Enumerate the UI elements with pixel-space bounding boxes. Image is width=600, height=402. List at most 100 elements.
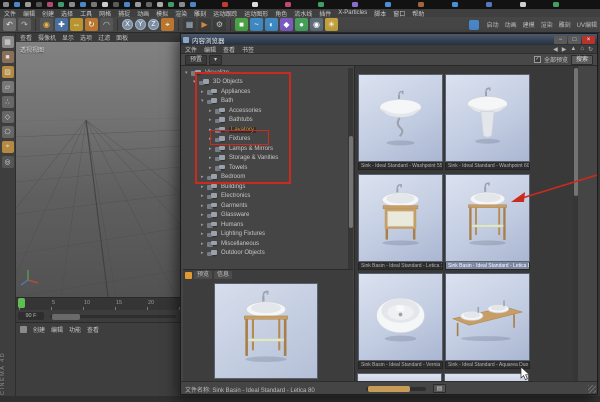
- tool-move[interactable]: ✚: [55, 18, 68, 31]
- taskbar-app-icon[interactable]: [69, 2, 75, 7]
- taskbar-app-icon[interactable]: [486, 2, 492, 7]
- range-slider[interactable]: [50, 315, 176, 318]
- tool-live-selection[interactable]: ◉: [40, 18, 53, 31]
- layout-tab[interactable]: UV编辑: [577, 20, 597, 30]
- side-tool-edges-mode[interactable]: ◇: [2, 111, 14, 123]
- tree-item[interactable]: ▸ Electronics: [183, 192, 347, 202]
- tool-undo[interactable]: ↶: [3, 18, 16, 31]
- browser-menu-item[interactable]: 查看: [223, 45, 235, 54]
- layout-tab[interactable]: 建模: [523, 20, 535, 30]
- taskbar-app-icon[interactable]: [252, 2, 258, 7]
- asset-thumbnail[interactable]: Sink - Ideal Standard - Washpoint 60: [445, 74, 530, 170]
- viewport-menu-item[interactable]: 过滤: [98, 33, 110, 42]
- browser-titlebar[interactable]: 内容浏览器 −□×: [181, 34, 597, 45]
- taskbar-app-icon[interactable]: [58, 2, 64, 7]
- viewport-menu-item[interactable]: 面板: [116, 33, 128, 42]
- tool-rotate[interactable]: ↻: [85, 18, 98, 31]
- tool-coord-system[interactable]: ⌖: [161, 18, 174, 31]
- tool-lock-z[interactable]: Z: [148, 19, 159, 30]
- material-menu-item[interactable]: 功能: [69, 325, 81, 334]
- side-tool-points-mode[interactable]: ∴: [2, 96, 14, 108]
- browser-menu-item[interactable]: 文件: [185, 45, 197, 54]
- taskbar-app-icon[interactable]: [352, 2, 358, 7]
- window-button[interactable]: □: [568, 36, 581, 44]
- tool-add-environment[interactable]: ●: [295, 18, 308, 31]
- side-tool-enable-axis[interactable]: ⌖: [2, 141, 14, 153]
- taskbar-app-icon[interactable]: [80, 2, 86, 7]
- browser-nav-icon[interactable]: ◀: [553, 46, 558, 53]
- side-tool-viewport-filter[interactable]: ◎: [2, 156, 14, 168]
- taskbar-app-icon[interactable]: [157, 2, 163, 7]
- tool-add-generator[interactable]: ◐: [265, 18, 278, 31]
- taskbar-app-icon[interactable]: [179, 2, 185, 7]
- browser-nav-icon[interactable]: ⌂: [580, 46, 584, 53]
- taskbar-app-icon[interactable]: [318, 2, 324, 7]
- browser-nav-icon[interactable]: ↻: [588, 46, 593, 53]
- preview-tab[interactable]: 预览: [194, 271, 212, 279]
- viewport-menu-item[interactable]: 选项: [80, 33, 92, 42]
- side-tool-undo-history[interactable]: ▦: [2, 36, 14, 48]
- tree-item[interactable]: ▸ Garments: [183, 201, 347, 211]
- browser-menu-item[interactable]: 编辑: [204, 45, 216, 54]
- tool-add-cube[interactable]: ■: [235, 18, 248, 31]
- tool-lock-x[interactable]: X: [122, 19, 133, 30]
- browser-nav-icon[interactable]: ▶: [562, 46, 567, 53]
- browser-nav-icon[interactable]: ▲: [570, 46, 576, 53]
- tree-item[interactable]: ▸ Glassware: [183, 211, 347, 221]
- taskbar-app-icon[interactable]: [418, 2, 424, 7]
- side-tool-model-mode[interactable]: ■: [2, 51, 14, 63]
- preview-all-checkbox[interactable]: ✓: [534, 56, 541, 63]
- taskbar-app-icon[interactable]: [91, 2, 97, 7]
- taskbar-app-icon[interactable]: [36, 2, 42, 7]
- taskbar-app-icon[interactable]: [25, 2, 31, 7]
- asset-thumbnail[interactable]: Sink Basin - Ideal Standard - Vernia: [358, 273, 443, 369]
- taskbar-app-icon[interactable]: [47, 2, 53, 7]
- window-resize-grip[interactable]: [588, 385, 596, 393]
- path-dropdown-arrow[interactable]: ▾: [209, 55, 222, 65]
- thumbnail-size-slider[interactable]: [366, 387, 426, 391]
- path-dropdown[interactable]: 预置: [185, 55, 207, 65]
- thumbnail-size-button[interactable]: ▤: [433, 384, 446, 393]
- tree-scrollbar-thumb[interactable]: [349, 136, 353, 228]
- preview-tab[interactable]: 信息: [214, 271, 232, 279]
- taskbar-app-icon[interactable]: [285, 2, 291, 7]
- thumbnail-size-thumb[interactable]: [368, 386, 410, 392]
- grid-scrollbar[interactable]: [573, 66, 578, 381]
- asset-thumbnail[interactable]: Sink Basin - Ideal Standard - Letica 75: [358, 174, 443, 270]
- side-tool-workplane-mode[interactable]: ▱: [2, 81, 14, 93]
- viewport-menu-item[interactable]: 查看: [20, 33, 32, 42]
- viewport-menu-item[interactable]: 摄像机: [38, 33, 56, 42]
- tool-render-view[interactable]: ▦: [183, 18, 196, 31]
- tree-scrollbar[interactable]: [348, 68, 353, 269]
- asset-thumbnail[interactable]: Sink - Ideal Standard - Washpoint 55: [358, 74, 443, 170]
- viewport[interactable]: 透视视图: [16, 42, 180, 297]
- viewport-menu-item[interactable]: 显示: [62, 33, 74, 42]
- tool-render-settings[interactable]: ⚙: [213, 18, 226, 31]
- taskbar-app-icon[interactable]: [113, 2, 119, 7]
- tool-add-spline[interactable]: ~: [250, 18, 263, 31]
- tool-render-picture-viewer[interactable]: ▶: [198, 18, 211, 31]
- tool-add-deformer[interactable]: ◆: [280, 18, 293, 31]
- preview-pane-icon[interactable]: [185, 272, 192, 279]
- layout-tab[interactable]: 雕刻: [559, 20, 571, 30]
- material-menu-item[interactable]: 查看: [87, 325, 99, 334]
- window-button[interactable]: ×: [582, 36, 595, 44]
- browser-menu-item[interactable]: 书签: [242, 45, 254, 54]
- tool-lock-y[interactable]: Y: [135, 19, 146, 30]
- timeline-playhead[interactable]: [18, 298, 25, 308]
- tool-add-light[interactable]: ☀: [325, 18, 338, 31]
- range-end-field[interactable]: 90 F: [18, 312, 44, 320]
- side-tool-texture-mode[interactable]: ▨: [2, 66, 14, 78]
- layout-tab[interactable]: 动画: [505, 20, 517, 30]
- tree-item[interactable]: ▸ Lighting Fixtures: [183, 230, 347, 240]
- tree-item[interactable]: ▸ Humans: [183, 220, 347, 230]
- side-tool-polygons-mode[interactable]: ⎔: [2, 126, 14, 138]
- taskbar-app-icon[interactable]: [520, 2, 526, 7]
- taskbar-app-icon[interactable]: [124, 2, 130, 7]
- tool-redo[interactable]: ↷: [18, 18, 31, 31]
- taskbar-app-icon[interactable]: [553, 2, 559, 7]
- layout-tab[interactable]: 渲染: [541, 20, 553, 30]
- search-button[interactable]: 搜索: [571, 55, 593, 65]
- taskbar-app-icon[interactable]: [222, 2, 228, 7]
- window-button[interactable]: −: [554, 36, 567, 44]
